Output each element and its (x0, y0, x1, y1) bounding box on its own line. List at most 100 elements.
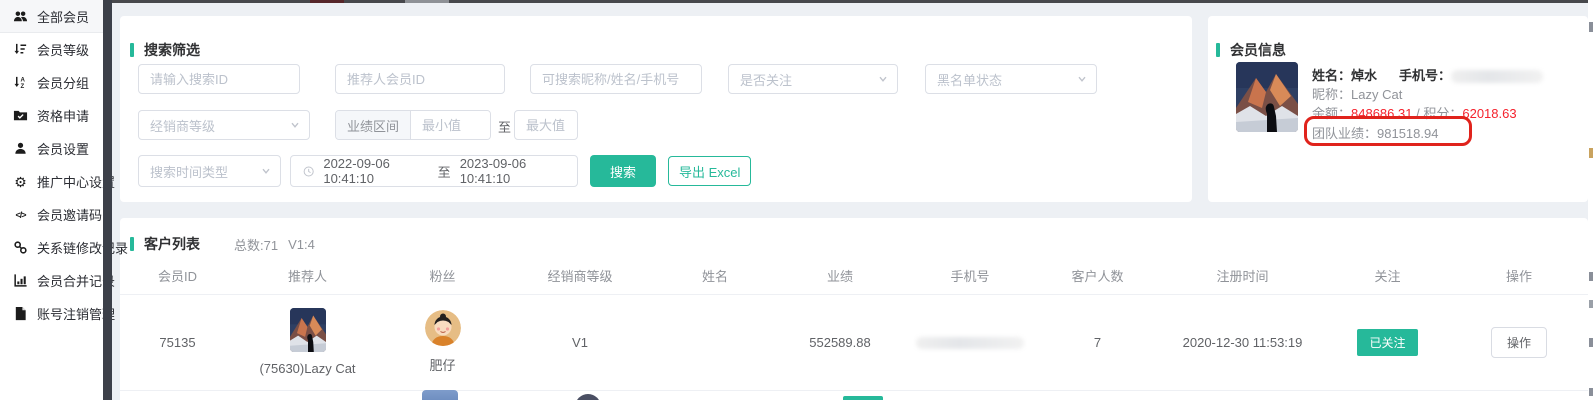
person-icon (13, 141, 28, 156)
performance-range-label: 业绩区间 (336, 111, 411, 139)
chevron-down-icon (290, 120, 300, 130)
phone-redacted (916, 337, 1024, 349)
keyword-input[interactable] (531, 65, 701, 93)
title-accent-bar (130, 43, 134, 57)
sidebar-item-merge-log[interactable]: 会员合并记录 (0, 264, 103, 297)
performance-range-group: 业绩区间 (335, 110, 491, 140)
file-icon (13, 306, 28, 321)
followed-badge: 已关注 (1357, 329, 1417, 356)
col-phone: 手机号 (905, 258, 1035, 294)
member-admin-page: { "sidebar": { "items": [ {"label": "全部会… (0, 0, 1594, 400)
users-icon (13, 9, 28, 24)
sidebar-item-member-levels[interactable]: 会员等级 (0, 33, 103, 66)
sidebar-item-relation-chain-log[interactable]: 关系链修改记录 (0, 231, 103, 264)
referrer-avatar (290, 308, 326, 352)
sort-amount-icon (13, 42, 28, 57)
search-button[interactable]: 搜索 (590, 155, 656, 187)
performance-min-input[interactable] (411, 111, 491, 139)
sidebar-item-all-members[interactable]: 全部会员 (0, 0, 103, 33)
right-edge-window-sliver (1588, 0, 1594, 400)
col-register-time: 注册时间 (1160, 258, 1325, 294)
sidebar-item-label: 全部会员 (37, 7, 89, 26)
title-accent-bar (130, 237, 134, 251)
search-id-input[interactable] (139, 65, 299, 93)
cell-performance: 552589.88 (775, 294, 905, 390)
member-name: 焯水 (1351, 68, 1377, 83)
sort-az-icon: AZ (13, 75, 28, 90)
balance-label: 余额： (1312, 106, 1351, 121)
cell-member-id: 75135 (120, 294, 235, 390)
customer-list-title: 客户列表 总数:71 V1:4 (130, 234, 315, 254)
col-dealer-level: 经销商等级 (505, 258, 655, 294)
range-to-label: 至 (498, 117, 511, 136)
referrer-id-input-wrap (335, 64, 505, 94)
fan-name: 肥仔 (429, 355, 455, 374)
cell-register-time: 2020-12-30 11:53:19 (1160, 294, 1325, 390)
team-performance-label: 团队业绩： (1312, 126, 1377, 141)
link-icon (13, 240, 28, 255)
bar-chart-icon (13, 273, 28, 288)
date-end: 2023-09-06 10:41:10 (460, 156, 565, 186)
cell-action: 操作 (1450, 294, 1588, 390)
name-label: 姓名： (1312, 68, 1351, 83)
next-row-partial-element (843, 396, 883, 400)
cell-name (655, 294, 775, 390)
performance-max-input[interactable] (515, 111, 577, 139)
phone-redacted (1451, 70, 1543, 83)
window-top-edge (112, 0, 1594, 3)
col-referrer: 推荐人 (235, 258, 380, 294)
sidebar-item-invite-code[interactable]: </> 会员邀请码 (0, 198, 103, 231)
col-fan: 粉丝 (380, 258, 505, 294)
member-nickname-line: 昵称：Lazy Cat (1312, 84, 1402, 103)
table-header-row: 会员ID 推荐人 粉丝 经销商等级 姓名 业绩 手机号 客户人数 注册时间 关注… (120, 258, 1588, 294)
search-filter-panel: 搜索筛选 是否关注 黑名单状态 经销商等级 业绩区间 至 (120, 16, 1192, 202)
follow-select[interactable]: 是否关注 (728, 64, 898, 94)
customer-list-panel: 客户列表 总数:71 V1:4 会员ID 推荐人 粉丝 经销商等级 姓名 业绩 … (120, 218, 1588, 400)
col-name: 姓名 (655, 258, 775, 294)
date-separator: 至 (438, 162, 451, 181)
next-row-avatar-partial (422, 390, 458, 400)
main-content: 搜索筛选 是否关注 黑名单状态 经销商等级 业绩区间 至 (112, 0, 1594, 400)
search-filter-title: 搜索筛选 (130, 40, 200, 60)
col-follow: 关注 (1325, 258, 1450, 294)
sidebar-item-label: 会员分组 (37, 73, 89, 92)
row-action-button[interactable]: 操作 (1491, 327, 1547, 358)
team-performance-value: 981518.94 (1377, 126, 1438, 141)
sidebar-item-qualification[interactable]: 资格申请 (0, 99, 103, 132)
time-type-select[interactable]: 搜索时间类型 (138, 155, 281, 187)
clock-icon (303, 165, 314, 178)
referrer-id-input[interactable] (336, 65, 504, 93)
code-icon: </> (13, 207, 28, 222)
sidebar-item-member-settings[interactable]: 会员设置 (0, 132, 103, 165)
member-avatar (1236, 62, 1298, 132)
sidebar-item-member-groups[interactable]: AZ 会员分组 (0, 66, 103, 99)
v1-count: V1:4 (288, 237, 315, 252)
cell-phone (905, 294, 1035, 390)
cell-follow: 已关注 (1325, 294, 1450, 390)
nickname-label: 昵称： (1312, 87, 1351, 102)
keyword-input-wrap (530, 64, 702, 94)
col-action: 操作 (1450, 258, 1588, 294)
phone-label: 手机号： (1399, 68, 1451, 83)
table-row: 75135 (75630)Lazy Cat 肥仔 V1 (120, 294, 1588, 390)
member-info-title: 会员信息 (1216, 40, 1286, 60)
chevron-down-icon (261, 166, 271, 176)
sidebar-item-label: 会员等级 (37, 40, 89, 59)
sidebar-item-promotion-settings[interactable]: ⚙ 推广中心设置 (0, 165, 103, 198)
member-info-panel: 会员信息 姓名：焯水手机号： 昵称：Lazy Cat 余额：848686.31 … (1208, 16, 1588, 202)
date-start: 2022-09-06 10:41:10 (323, 156, 428, 186)
sidebar-item-label: 会员邀请码 (37, 205, 102, 224)
col-customer-count: 客户人数 (1035, 258, 1160, 294)
chevron-down-icon (1077, 74, 1087, 84)
dealer-level-select[interactable]: 经销商等级 (138, 110, 310, 140)
date-range-picker[interactable]: 2022-09-06 10:41:10 至 2023-09-06 10:41:1… (290, 155, 578, 187)
sidebar-item-label: 资格申请 (37, 106, 89, 125)
balance-value: 848686.31 (1351, 106, 1412, 121)
cell-fan: 肥仔 (380, 294, 505, 390)
blacklist-select[interactable]: 黑名单状态 (925, 64, 1097, 94)
sidebar-item-account-cancellation[interactable]: 账号注销管理 (0, 297, 103, 330)
points-label: 积分： (1423, 106, 1462, 121)
export-excel-button[interactable]: 导出 Excel (668, 156, 751, 186)
next-row-avatar-partial (575, 394, 601, 400)
total-count: 总数:71 (234, 235, 278, 254)
